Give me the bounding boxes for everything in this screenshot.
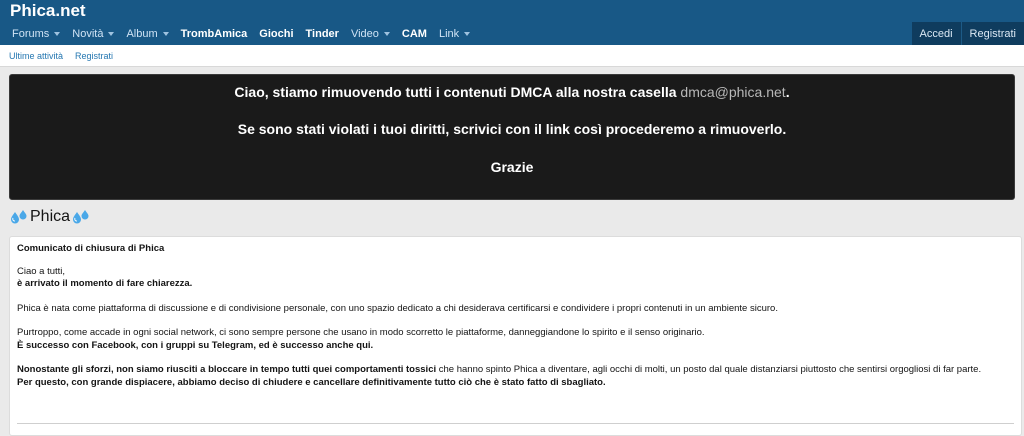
nav-item-label: Giochi <box>259 28 293 40</box>
chevron-down-icon[interactable] <box>464 32 470 36</box>
nav-item-label: TrombAmica <box>181 28 248 40</box>
nav-item-label: Forums <box>12 28 49 40</box>
login-button[interactable]: Accedi <box>912 22 961 45</box>
dmca-notice: Ciao, stiamo rimuovendo tutti i contenut… <box>9 74 1015 200</box>
main-nav: Forums Novità Album TrombAmica Giochi Tinder V… <box>0 22 1024 45</box>
page-heading-text: Phica <box>30 208 70 226</box>
chevron-down-icon[interactable] <box>163 32 169 36</box>
announcement-paragraph-2-bold: È successo con Facebook, con i gruppi su… <box>17 340 1014 353</box>
nav-item-forums[interactable]: Forums <box>6 22 66 45</box>
nav-item-label: Album <box>126 28 157 40</box>
chevron-down-icon[interactable] <box>384 32 390 36</box>
notice-line-1: Ciao, stiamo rimuovendo tutti i contenut… <box>10 84 1014 100</box>
latest-activity-link[interactable]: Ultime attività <box>9 51 63 61</box>
site-header: Phica.net <box>0 0 1024 22</box>
announcement-greeting-bold-text: è arrivato il momento di fare chiarezza. <box>17 278 192 289</box>
nav-item-tinder[interactable]: Tinder <box>300 22 345 45</box>
register-button[interactable]: Registrati <box>961 22 1024 45</box>
announcement-paragraph-2-bold-text: È successo con Facebook, con i gruppi su… <box>17 340 373 351</box>
nav-item-cam[interactable]: CAM <box>396 22 433 45</box>
nav-item-label: CAM <box>402 28 427 40</box>
chevron-down-icon[interactable] <box>108 32 114 36</box>
announcement-paragraph-4-bold: Per questo, con grande dispiacere, abbia… <box>17 377 606 388</box>
announcement-block: Comunicato di chiusura di Phica Ciao a t… <box>9 236 1022 436</box>
nav-item-label: Video <box>351 28 379 40</box>
nav-item-giochi[interactable]: Giochi <box>253 22 299 45</box>
announcement-paragraph-1: Phica è nata come piattaforma di discuss… <box>17 303 1014 316</box>
notice-line-1-suffix: . <box>786 84 790 100</box>
announcement-paragraph-3-bold: Nonostante gli sforzi, non siamo riuscit… <box>17 364 436 375</box>
nav-item-video[interactable]: Video <box>345 22 396 45</box>
nav-item-novit-[interactable]: Novità <box>66 22 120 45</box>
announcement-greeting: Ciao a tutti, <box>17 266 1014 279</box>
notice-line-3: Grazie <box>10 159 1014 175</box>
sweat-droplets-icon <box>10 209 28 225</box>
page-title: Phica <box>10 208 90 226</box>
nav-item-link[interactable]: Link <box>433 22 476 45</box>
nav-item-label: Link <box>439 28 459 40</box>
notice-line-2: Se sono stati violati i tuoi diritti, sc… <box>10 121 1014 137</box>
nav-item-album[interactable]: Album <box>120 22 174 45</box>
nav-item-trombamica[interactable]: TrombAmica <box>175 22 254 45</box>
announcement-greeting-bold: è arrivato il momento di fare chiarezza. <box>17 278 1014 291</box>
site-title[interactable]: Phica.net <box>10 0 86 22</box>
dmca-email-link[interactable]: dmca@phica.net <box>680 84 785 100</box>
announcement-paragraph-4: Per questo, con grande dispiacere, abbia… <box>17 377 1014 390</box>
announcement-paragraph-3: Nonostante gli sforzi, non siamo riuscit… <box>17 364 1014 377</box>
chevron-down-icon[interactable] <box>54 32 60 36</box>
notice-line-1-text: Ciao, stiamo rimuovendo tutti i contenut… <box>234 84 680 100</box>
nav-items: Forums Novità Album TrombAmica Giochi Tinder V… <box>6 22 476 45</box>
account-nav: Accedi Registrati <box>912 22 1024 45</box>
announcement-paragraph-3-rest: che hanno spinto Phica a diventare, agli… <box>436 364 981 375</box>
nav-item-label: Novità <box>72 28 103 40</box>
announcement-paragraph-2: Purtroppo, come accade in ogni social ne… <box>17 327 1014 340</box>
subnav-register-link[interactable]: Registrati <box>75 51 113 61</box>
content-divider <box>17 423 1014 424</box>
nav-item-label: Tinder <box>306 28 339 40</box>
sweat-droplets-icon <box>72 209 90 225</box>
announcement-title: Comunicato di chiusura di Phica <box>17 243 1014 256</box>
sub-nav: Ultime attività Registrati <box>0 45 1024 67</box>
